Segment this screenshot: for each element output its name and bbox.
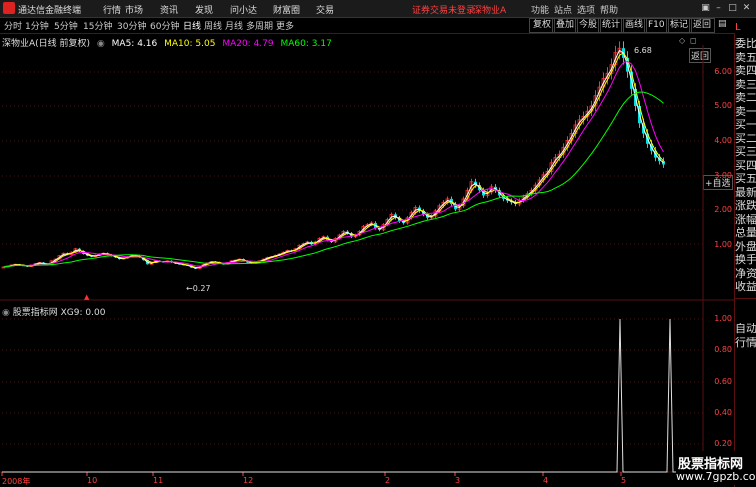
sub-y-tick: 0.20 [714,439,732,448]
panel-toggle[interactable]: L [735,22,756,34]
low-price-value: 0.27 [192,284,211,293]
close-icon[interactable]: ✕ [741,2,752,14]
x-tick: 4 [543,476,549,485]
panel-item: 涨跌 [735,200,756,212]
signal-marker: ▲ [84,293,90,301]
y-tick: 5.00 [714,101,732,110]
panel-item: 卖五 [735,52,756,64]
x-tick: 11 [153,476,164,485]
sub-y-tick: 0.80 [714,345,732,354]
chart-grid [0,45,734,476]
panel-item: 换手 [735,254,756,266]
panel-item: 卖三 [735,79,756,91]
x-tick: 2008年 [2,477,31,486]
sub-y-tick: 1.00 [714,314,732,323]
panel-item: 收益 [735,281,756,293]
x-tick: 5 [621,476,627,485]
panel-item: 卖一 [735,106,756,118]
y-tick: 4.00 [714,136,732,145]
panel-item: 买二 [735,133,756,145]
indicator-value: XG9: 0.00 [60,308,106,318]
y-tick: 1.00 [714,240,732,249]
panel-item: 净资 [735,268,756,280]
settings-dot-icon[interactable]: ◉ [2,308,10,318]
high-price-label: 6.68 [634,46,652,55]
watermark-url: www.7gpzb.com [676,470,756,483]
candlesticks [1,41,665,270]
panel-item: 涨幅 [735,214,756,226]
panel-item: 卖二 [735,92,756,104]
y-tick: 2.00 [714,205,732,214]
x-tick: 12 [243,476,254,485]
panel-item: 最新 [735,187,756,199]
panel-item: 买五 [735,173,756,185]
panel-item: 总量 [735,227,756,239]
y-tick: 3.00 [714,171,732,180]
panel-item: 委比 [735,38,756,50]
sub-y-tick: 0.60 [714,377,732,386]
panel-divider [734,298,756,299]
indicator-header: ◉ 股票指标网 XG9: 0.00 [2,305,105,318]
x-tick: 10 [87,476,98,485]
x-tick: 3 [455,476,461,485]
panel-item: 买三 [735,146,756,158]
y-tick: 6.00 [714,67,732,76]
low-price-label: ←0.27 [186,284,211,293]
panel-item: 卖四 [735,65,756,77]
indicator-plot [2,318,703,473]
panel-item: 买四 [735,160,756,172]
indicator-name[interactable]: 股票指标网 [13,308,58,318]
panel-item: 买一 [735,119,756,131]
ma20-line [3,60,664,268]
kline-chart: ▲ [0,41,734,476]
auto-button[interactable]: 自动 [735,323,756,335]
x-tick: 2 [385,476,391,485]
xg9-line [2,318,703,473]
quotes-button[interactable]: 行情 [735,337,756,349]
panel-item: 外盘 [735,241,756,253]
sub-y-tick: 0.40 [714,408,732,417]
